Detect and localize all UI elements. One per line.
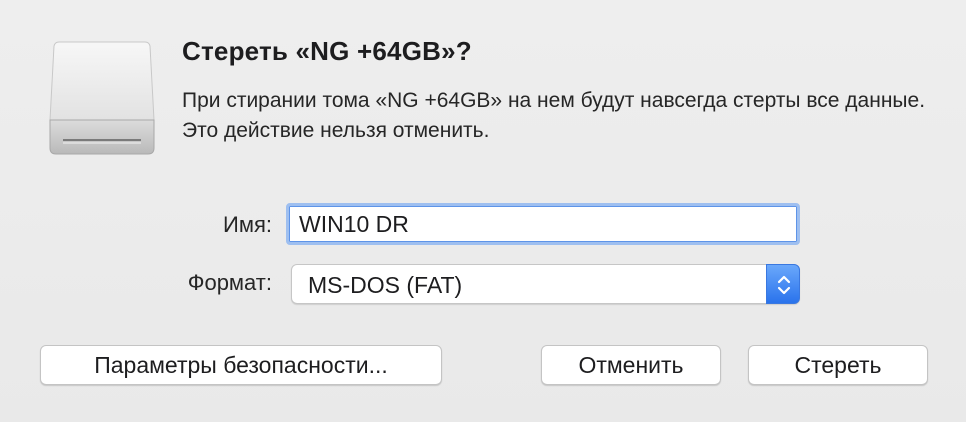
name-input[interactable]: [286, 203, 800, 245]
format-select[interactable]: MS-DOS (FAT): [291, 264, 800, 304]
erase-button[interactable]: Стереть: [748, 345, 928, 385]
dialog-message: При стирании тома «NG +64GB» на нем буду…: [182, 89, 926, 142]
format-selected-value: MS-DOS (FAT): [308, 272, 463, 298]
dialog-title: Стереть «NG +64GB»?: [182, 36, 472, 66]
format-label: Формат:: [187, 270, 272, 295]
external-drive-icon: [49, 40, 155, 156]
security-options-button[interactable]: Параметры безопасности...: [40, 345, 442, 385]
cancel-button[interactable]: Отменить: [541, 345, 721, 385]
erase-dialog: Стереть «NG +64GB»? При стирании тома «N…: [0, 0, 966, 422]
select-stepper[interactable]: [766, 264, 800, 304]
name-label: Имя:: [223, 212, 272, 237]
chevron-up-down-icon: [777, 275, 791, 295]
